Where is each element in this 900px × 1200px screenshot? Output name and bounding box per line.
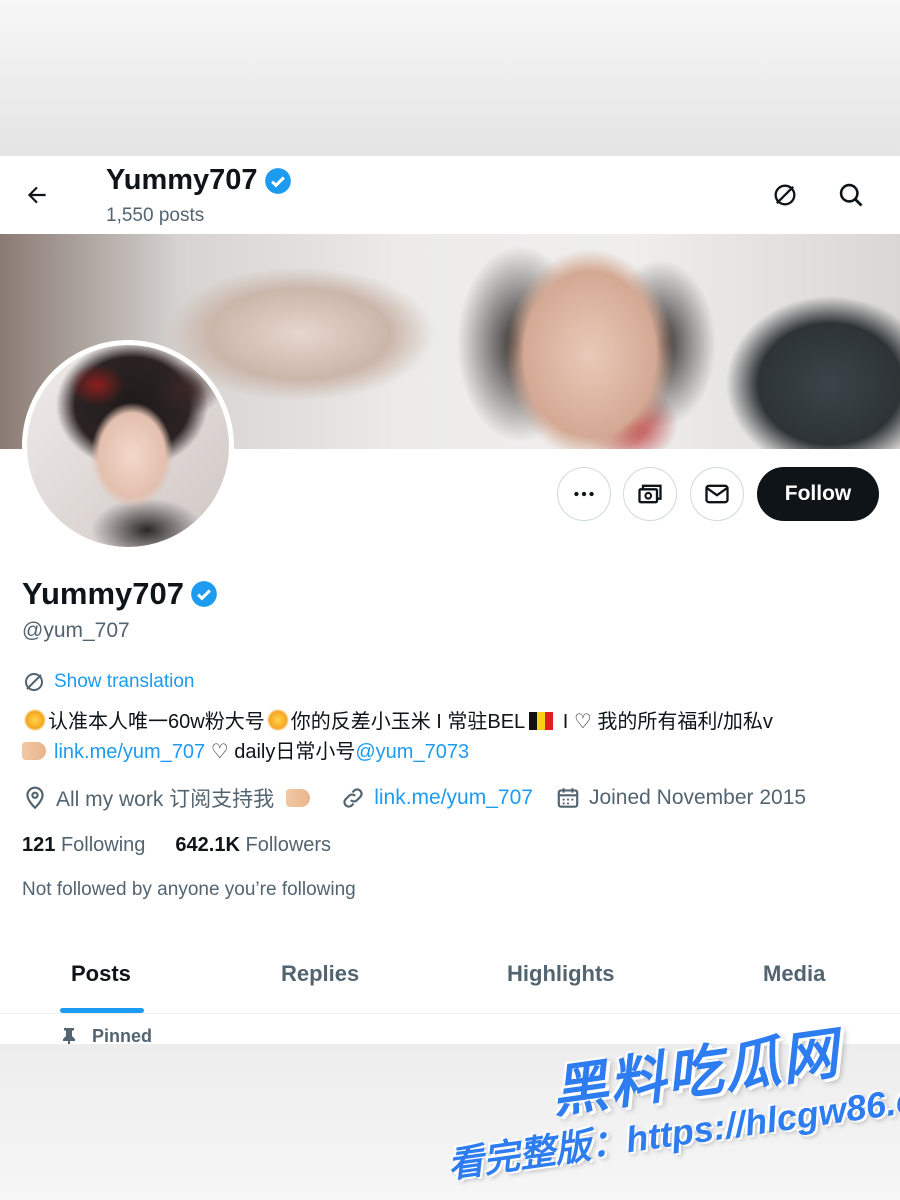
followers-count: 642.1K xyxy=(175,834,240,856)
active-tab-indicator xyxy=(60,1008,144,1013)
bio-link[interactable]: link.me/yum_707 xyxy=(54,741,205,763)
bio-text-a: 认准本人唯一60w粉大号 xyxy=(48,711,265,733)
avatar[interactable] xyxy=(22,340,234,552)
display-name-text: Yummy707 xyxy=(22,576,184,611)
back-arrow-icon xyxy=(27,186,46,204)
search-icon xyxy=(839,183,863,207)
display-name: Yummy707 xyxy=(22,576,218,612)
tab-highlights[interactable]: Highlights xyxy=(507,961,615,987)
post-count: 1,550 posts xyxy=(106,205,205,226)
show-translation-link[interactable]: Show translation xyxy=(22,670,194,694)
bio-text-d: ♡ daily日常小号 xyxy=(205,741,356,763)
followers-label: Followers xyxy=(245,834,332,856)
bio-line-2: link.me/yum_707 ♡ daily日常小号@yum_7073 xyxy=(22,735,469,764)
pointing-hand-icon xyxy=(286,789,311,807)
profile-meta: All my work 订阅支持我 link.me/yum_707 Joined… xyxy=(22,783,828,813)
pin-icon xyxy=(63,1027,75,1044)
verified-badge-icon xyxy=(264,167,291,194)
subscribe-icon xyxy=(638,484,662,504)
joined-text: Joined November 2015 xyxy=(588,786,807,809)
more-button[interactable] xyxy=(557,467,611,521)
show-translation-label: Show translation xyxy=(54,671,195,692)
glowing-star-icon xyxy=(266,709,289,731)
back-button[interactable] xyxy=(18,176,56,214)
tab-posts[interactable]: Posts xyxy=(71,961,131,987)
follow-button[interactable]: Follow xyxy=(757,467,879,521)
header-name-text: Yummy707 xyxy=(106,164,258,196)
search-button[interactable] xyxy=(832,176,870,214)
website[interactable]: link.me/yum_707 xyxy=(340,785,533,811)
translate-toggle-button[interactable] xyxy=(766,176,804,214)
following-link[interactable]: 121 Following xyxy=(22,834,145,857)
translate-icon xyxy=(774,184,796,206)
location-text: All my work 订阅支持我 xyxy=(56,788,275,811)
follow-stats: 121 Following 642.1K Followers xyxy=(22,834,331,857)
header-title: Yummy707 xyxy=(106,164,292,197)
top-bar: Yummy707 1,550 posts xyxy=(0,156,900,234)
glowing-star-icon xyxy=(24,709,46,731)
bio-text-c: I ♡ 我的所有福利/加私v xyxy=(557,711,773,733)
pinned-label: Pinned xyxy=(92,1026,153,1044)
pointing-hand-icon xyxy=(22,742,46,760)
location: All my work 订阅支持我 xyxy=(22,783,318,813)
calendar-icon xyxy=(557,788,579,808)
link-icon xyxy=(343,788,363,808)
subscribe-button[interactable] xyxy=(623,467,677,521)
website-link[interactable]: link.me/yum_707 xyxy=(374,786,533,810)
more-icon xyxy=(574,491,594,497)
pinned-indicator: Pinned xyxy=(60,1026,152,1044)
translate-icon xyxy=(25,673,43,691)
bio-text-b: 你的反差小玉米 I 常驻BEL xyxy=(290,711,526,733)
belgium-flag-icon xyxy=(529,712,554,730)
following-count: 121 xyxy=(22,834,56,856)
location-icon xyxy=(26,786,44,810)
followers-link[interactable]: 642.1K Followers xyxy=(175,834,331,857)
profile-screen: Yummy707 1,550 posts Follow Yummy707 @yu… xyxy=(0,156,900,1044)
profile-tabs: Posts Replies Highlights Media xyxy=(0,946,900,1014)
mail-icon xyxy=(705,484,729,504)
message-button[interactable] xyxy=(690,467,744,521)
bio-mention[interactable]: @yum_7073 xyxy=(355,741,469,763)
tab-media[interactable]: Media xyxy=(763,961,825,987)
user-handle: @yum_707 xyxy=(22,619,130,642)
verified-badge-icon[interactable] xyxy=(190,580,218,608)
following-label: Following xyxy=(60,834,146,856)
tab-replies[interactable]: Replies xyxy=(281,961,359,987)
join-date: Joined November 2015 xyxy=(555,785,806,811)
mutual-followers-note: Not followed by anyone you’re following xyxy=(22,879,356,900)
top-margin xyxy=(0,0,900,156)
bio-line-1: 认准本人唯一60w粉大号 你的反差小玉米 I 常驻BEL I ♡ 我的所有福利/加… xyxy=(22,705,773,734)
